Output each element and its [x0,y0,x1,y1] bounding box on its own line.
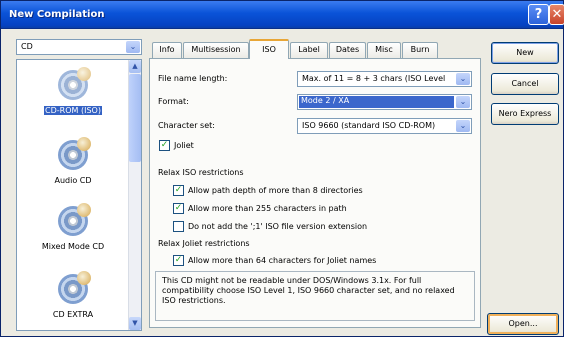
joliet-names-checkbox[interactable]: ✓ [173,255,184,266]
audio-cd-disc-icon [58,137,91,170]
tab-label[interactable]: Label [290,42,328,58]
title-bar[interactable]: New Compilation ? ✕ [1,1,564,29]
format-value: Mode 2 / XA [299,96,454,108]
file-name-length-select[interactable]: Max. of 11 = 8 + 3 chars (ISO Level ⌄ [297,71,472,87]
joliet-names-label[interactable]: Allow more than 64 characters for Joliet… [188,256,376,265]
joliet-checkbox[interactable]: ✓ [159,140,170,151]
cd-extra-disc-icon [58,271,91,304]
compilation-type-list[interactable]: CD-ROM (ISO) Audio CD Mixed Mode CD CD E… [16,59,142,331]
relax-iso-heading: Relax ISO restrictions [158,168,244,177]
list-item-audio-cd[interactable]: Audio CD [17,137,129,185]
compatibility-note: This CD might not be readable under DOS/… [155,271,475,321]
media-type-select[interactable]: CD ⌄ [16,39,142,55]
joliet-label[interactable]: Joliet [174,141,194,150]
media-type-value: CD [21,42,33,51]
version-extension-label[interactable]: Do not add the ';1' ISO file version ext… [188,222,367,231]
chevron-down-icon[interactable]: ⌄ [456,96,470,108]
relax-joliet-heading: Relax Joliet restrictions [158,239,250,248]
file-name-length-label: File name length: [158,74,228,83]
scroll-thumb[interactable] [129,74,141,162]
list-item-cd-rom-iso[interactable]: CD-ROM (ISO) [17,67,129,115]
scroll-up-icon: ▲ [132,62,138,70]
window-title: New Compilation [9,9,105,20]
close-button[interactable]: ✕ [549,4,564,25]
tab-burn[interactable]: Burn [402,42,438,58]
new-compilation-dialog: New Compilation ? ✕ CD ⌄ CD-ROM (ISO) Au… [0,0,564,337]
help-icon: ? [534,7,543,22]
path-depth-checkbox[interactable]: ✓ [173,185,184,196]
list-item-mixed-mode-cd[interactable]: Mixed Mode CD [17,203,129,251]
character-set-select[interactable]: ISO 9660 (standard ISO CD-ROM) ⌄ [297,118,472,134]
character-set-value: ISO 9660 (standard ISO CD-ROM) [302,121,436,130]
chevron-down-icon[interactable]: ⌄ [456,120,470,132]
list-item-label: Audio CD [54,176,92,185]
character-set-label: Character set: [158,121,215,130]
format-label: Format: [158,97,189,106]
note-line: This CD might not be readable under DOS/… [162,276,422,285]
note-line: ISO restrictions. [162,296,226,305]
cd-rom-disc-icon [58,67,91,100]
long-path-label[interactable]: Allow more than 255 characters in path [188,204,347,213]
list-item-cd-extra[interactable]: CD EXTRA [17,271,129,319]
tab-iso[interactable]: ISO [249,39,289,59]
cancel-button[interactable]: Cancel [491,73,559,95]
note-line: compatibility choose ISO Level 1, ISO 96… [162,286,455,295]
scroll-down-button[interactable]: ▼ [129,317,141,330]
list-item-label: CD-ROM (ISO) [44,106,102,115]
tab-dates[interactable]: Dates [329,42,366,58]
nero-express-button[interactable]: Nero Express [491,103,559,125]
tab-misc[interactable]: Misc [367,42,401,58]
tab-multisession[interactable]: Multisession [183,42,249,58]
format-select[interactable]: Mode 2 / XA ⌄ [297,94,472,110]
open-button[interactable]: Open... [487,313,559,335]
close-icon: ✕ [551,7,563,22]
mixed-mode-disc-icon [58,203,91,236]
help-button[interactable]: ? [528,4,549,25]
path-depth-label[interactable]: Allow path depth of more than 8 director… [188,186,363,195]
long-path-checkbox[interactable]: ✓ [173,203,184,214]
version-extension-checkbox[interactable] [173,221,184,232]
chevron-down-icon[interactable]: ⌄ [456,73,470,85]
scroll-up-button[interactable]: ▲ [129,60,141,73]
list-scrollbar[interactable]: ▲ ▼ [128,60,141,330]
new-button[interactable]: New [491,42,559,64]
list-item-label: Mixed Mode CD [41,242,105,251]
tab-info[interactable]: Info [152,42,182,58]
list-item-label: CD EXTRA [52,310,94,319]
scroll-down-icon: ▼ [132,319,138,327]
file-name-length-value: Max. of 11 = 8 + 3 chars (ISO Level [302,74,446,83]
chevron-down-icon[interactable]: ⌄ [126,41,140,53]
